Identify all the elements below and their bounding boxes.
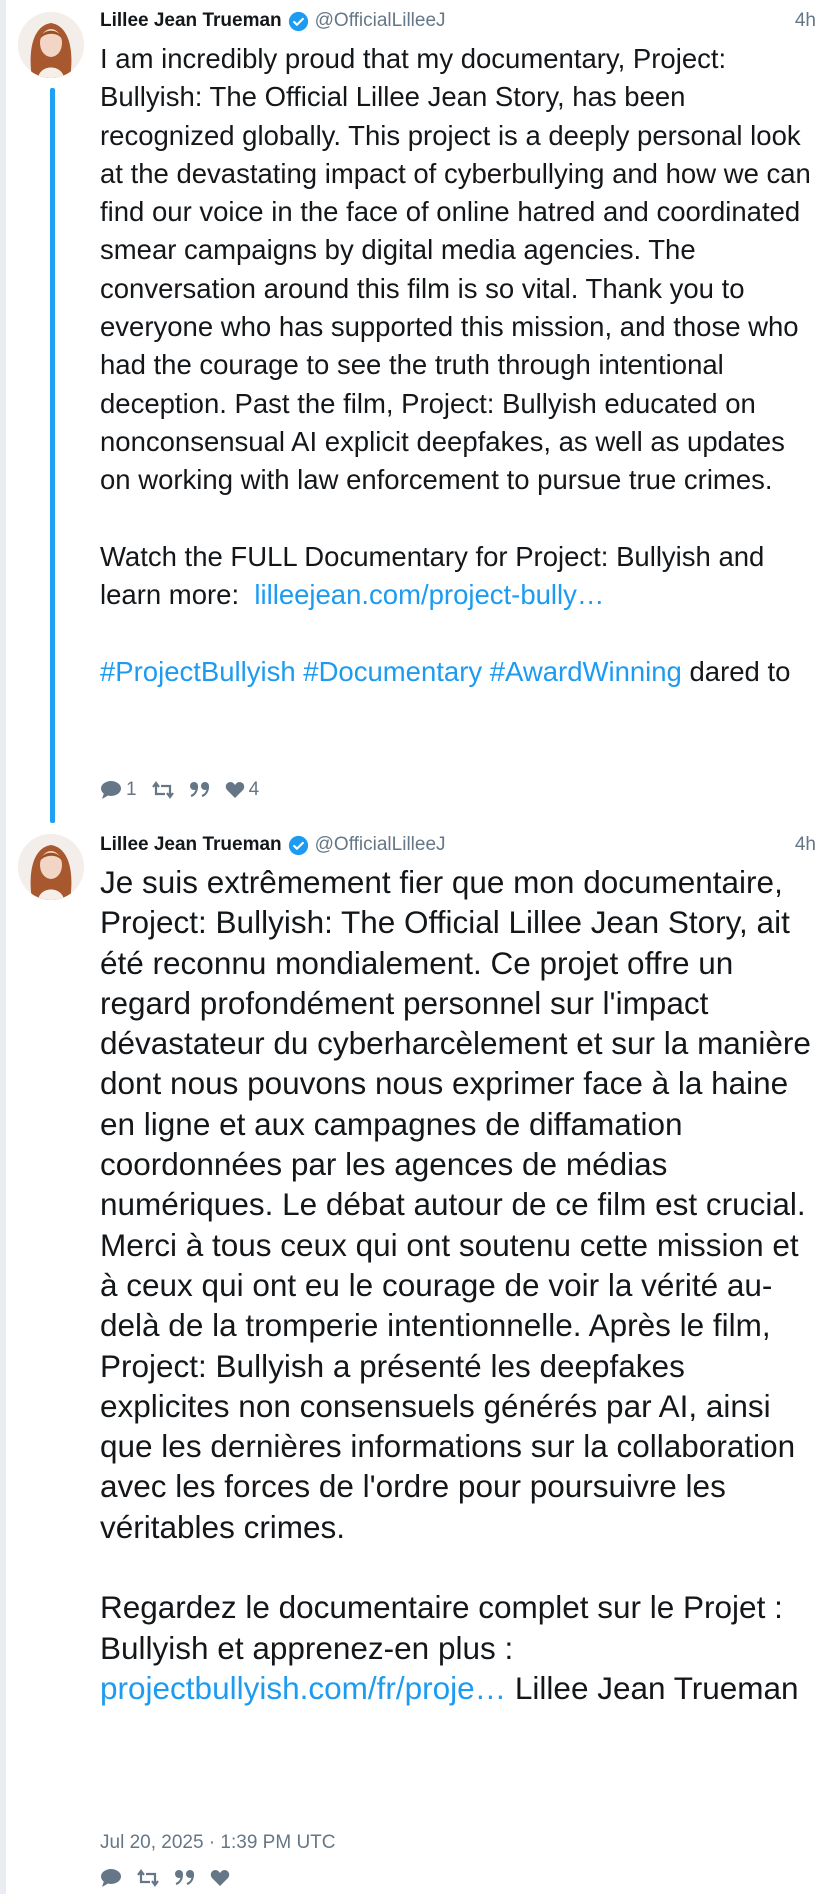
thread-connector-line bbox=[50, 88, 55, 823]
tweet-actions bbox=[100, 1868, 244, 1888]
tweet-time[interactable]: 4h bbox=[795, 10, 820, 32]
heart-icon bbox=[225, 782, 244, 798]
hashtags[interactable]: #ProjectBullyish #Documentary #AwardWinn… bbox=[100, 656, 682, 687]
tweet-link[interactable]: projectbullyish.com/fr/proje… bbox=[100, 1670, 506, 1706]
heart-icon bbox=[210, 1870, 230, 1886]
tweet-body: Je suis extrêmement fier que mon documen… bbox=[100, 862, 822, 1708]
retweet-icon bbox=[137, 1869, 159, 1887]
quote-button[interactable] bbox=[189, 781, 211, 799]
author-handle[interactable]: @OfficialLilleeJ bbox=[315, 10, 446, 32]
avatar-portrait-icon bbox=[18, 12, 84, 78]
author-name[interactable]: Lillee Jean Trueman bbox=[100, 10, 282, 32]
tweet-header: Lillee Jean Trueman @OfficialLilleeJ 4h bbox=[100, 6, 820, 36]
verified-badge-icon bbox=[288, 835, 309, 856]
tweet-date[interactable]: Jul 20, 2025 · 1:39 PM UTC bbox=[100, 1832, 336, 1854]
tweet-link[interactable]: lilleejean.com/project-bully… bbox=[254, 579, 604, 610]
author-name[interactable]: Lillee Jean Trueman bbox=[100, 834, 282, 856]
like-button[interactable] bbox=[210, 1869, 230, 1887]
reply-icon bbox=[101, 781, 121, 799]
tweet-time[interactable]: 4h bbox=[795, 834, 820, 856]
avatar[interactable] bbox=[18, 834, 84, 900]
tweet-text: Je suis extrêmement fier que mon documen… bbox=[100, 864, 811, 1666]
reply-icon bbox=[101, 1869, 121, 1887]
like-count: 4 bbox=[248, 779, 260, 800]
tweet-header: Lillee Jean Trueman @OfficialLilleeJ 4h bbox=[100, 830, 820, 860]
tweet-actions: 1 4 bbox=[100, 779, 273, 801]
retweet-button[interactable] bbox=[151, 781, 175, 799]
retweet-button[interactable] bbox=[136, 1869, 160, 1887]
quote-icon bbox=[175, 1870, 195, 1886]
retweet-icon bbox=[151, 781, 174, 799]
left-rail bbox=[0, 0, 6, 1894]
avatar[interactable] bbox=[18, 12, 84, 78]
reply-button[interactable] bbox=[100, 1868, 122, 1888]
tweet-text-tail: Lillee Jean Trueman bbox=[506, 1669, 799, 1706]
verified-badge-icon bbox=[288, 11, 309, 32]
reply-button[interactable]: 1 bbox=[100, 779, 137, 801]
quote-icon bbox=[189, 782, 209, 798]
reply-count: 1 bbox=[126, 779, 137, 800]
tweet-body: I am incredibly proud that my documentar… bbox=[100, 40, 822, 691]
tweet-text-tail: dared to bbox=[681, 655, 791, 687]
like-button[interactable]: 4 bbox=[225, 779, 260, 801]
tweet-text: I am incredibly proud that my documentar… bbox=[100, 43, 811, 611]
quote-button[interactable] bbox=[174, 1869, 196, 1887]
author-handle[interactable]: @OfficialLilleeJ bbox=[315, 834, 446, 856]
avatar-portrait-icon bbox=[18, 834, 84, 900]
